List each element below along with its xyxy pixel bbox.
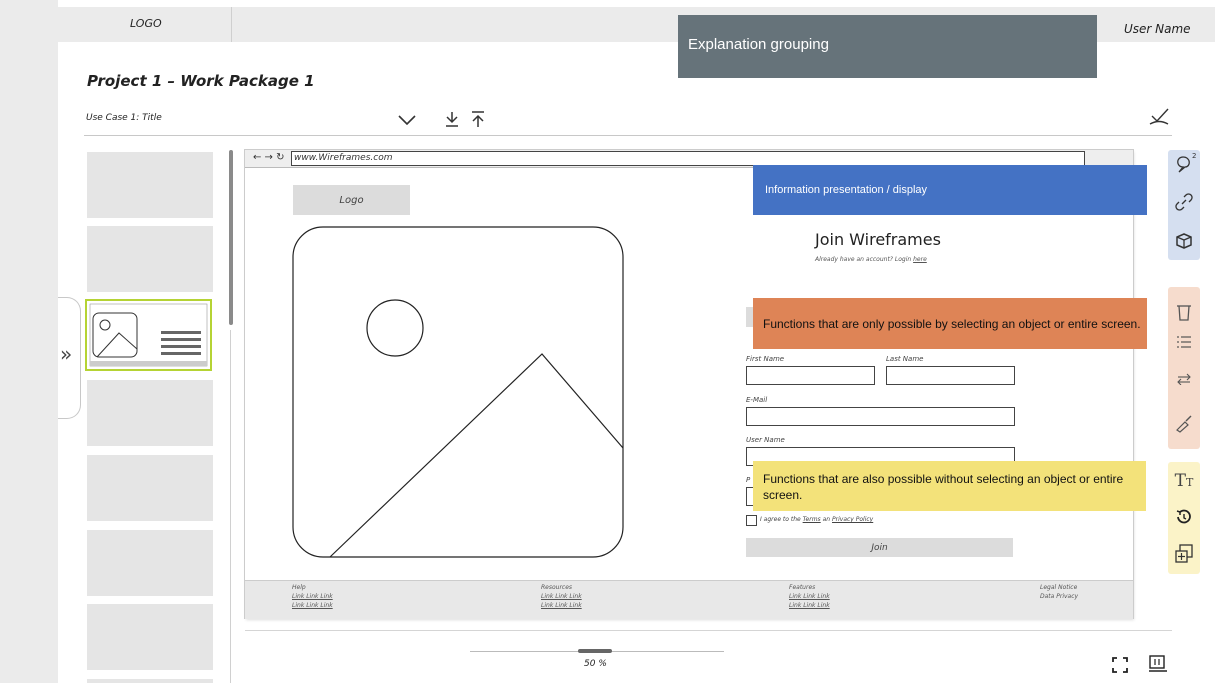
footer-help: Help Link Link Link Link Link Link <box>292 584 333 610</box>
bottom-divider <box>245 630 1172 631</box>
info-display-note: Information presentation / display <box>753 165 1147 215</box>
wireframe-footer: Help Link Link Link Link Link Link Resou… <box>245 580 1133 619</box>
history-icon[interactable] <box>1171 504 1197 530</box>
thumbnail-preview <box>89 303 208 367</box>
login-link[interactable]: here <box>913 256 927 263</box>
image-placeholder-icon <box>292 226 624 558</box>
page-thumbnail[interactable] <box>87 380 213 446</box>
select-functions-note: Functions that are only possible by sele… <box>753 298 1147 349</box>
use-case-label: Use Case 1: Title <box>86 113 162 123</box>
page-thumbnail[interactable] <box>87 226 213 292</box>
last-name-field[interactable] <box>886 366 1015 385</box>
wireframe-logo: Logo <box>293 185 410 215</box>
join-title: Join Wireframes <box>815 230 941 249</box>
agree-text: I agree to the Terms an Privacy Policy <box>760 516 874 523</box>
explanation-grouping-note: Explanation grouping <box>678 15 1097 78</box>
free-functions-note: Functions that are also possible without… <box>753 461 1146 511</box>
user-name-label: User Name <box>746 436 785 444</box>
page-thumbnail[interactable] <box>87 679 213 683</box>
project-title: Project 1 – Work Package 1 <box>87 72 315 90</box>
agree-checkbox[interactable] <box>746 515 757 526</box>
page-thumbnail-selected[interactable] <box>85 299 212 371</box>
last-name-label: Last Name <box>886 355 924 363</box>
login-prompt: Already have an account? Login here <box>815 256 927 263</box>
zoom-slider-handle[interactable] <box>578 649 612 653</box>
left-rail <box>0 0 58 683</box>
cube-icon[interactable] <box>1171 228 1197 254</box>
footer-links[interactable]: Link Link Link <box>541 592 582 601</box>
group-icon[interactable] <box>1171 541 1197 567</box>
footer-resources: Resources Link Link Link Link Link Link <box>541 584 582 610</box>
password-label: P <box>746 476 751 484</box>
canvas-frame[interactable]: ← → ↻ www.Wireframes.com Logo Join Wiref… <box>245 150 1133 619</box>
footer-links[interactable]: Link Link Link <box>541 601 582 610</box>
toolbar-divider <box>84 135 1172 136</box>
text-size-icon[interactable]: TT <box>1171 468 1197 494</box>
footer-links[interactable]: Link Link Link <box>292 601 333 610</box>
address-text: www.Wireframes.com <box>294 153 393 163</box>
data-privacy-link[interactable]: Data Privacy <box>1040 592 1078 601</box>
link-icon[interactable] <box>1171 189 1197 215</box>
thumbnail-divider <box>230 330 231 683</box>
zoom-level: 50 % <box>584 659 607 669</box>
approve-icon[interactable] <box>1146 104 1172 130</box>
legal-notice-link[interactable]: Legal Notice <box>1040 583 1078 592</box>
chevron-down-icon <box>398 115 416 125</box>
fullscreen-icon[interactable] <box>1107 652 1133 678</box>
user-name[interactable]: User Name <box>1124 22 1191 36</box>
thumbnail-scrollbar[interactable] <box>229 150 233 325</box>
upload-icon[interactable] <box>465 106 491 132</box>
footer-links[interactable]: Link Link Link <box>789 601 830 610</box>
use-case-select[interactable]: Use Case 1: Title <box>84 106 424 130</box>
address-bar[interactable]: www.Wireframes.com <box>291 151 1085 166</box>
download-icon[interactable] <box>439 106 465 132</box>
email-label: E-Mail <box>746 396 768 404</box>
first-name-field[interactable] <box>746 366 875 385</box>
browser-nav-icons[interactable]: ← → ↻ <box>253 152 285 163</box>
terms-link[interactable]: Terms <box>803 516 821 523</box>
list-icon[interactable] <box>1171 329 1197 355</box>
first-name-label: First Name <box>746 355 785 363</box>
zoom-slider[interactable] <box>470 649 724 653</box>
paint-brush-icon[interactable] <box>1171 411 1197 437</box>
footer-legal: Legal Notice Data Privacy <box>1040 583 1078 601</box>
join-button[interactable]: Join <box>746 538 1013 557</box>
expand-sidebar-icon: » <box>60 342 73 366</box>
page-thumbnail[interactable] <box>87 455 213 521</box>
page-thumbnail[interactable] <box>87 152 213 218</box>
sidebar-expand-tab[interactable]: » <box>58 297 81 419</box>
swap-icon[interactable] <box>1171 366 1197 392</box>
privacy-link[interactable]: Privacy Policy <box>832 516 873 523</box>
email-field[interactable] <box>746 407 1015 426</box>
presentation-icon[interactable] <box>1145 651 1171 677</box>
page-thumbnail[interactable] <box>87 530 213 596</box>
page-thumbnail[interactable] <box>87 604 213 670</box>
footer-features: Features Link Link Link Link Link Link <box>789 584 830 610</box>
comment-count-badge: 2 <box>1192 152 1197 160</box>
footer-links[interactable]: Link Link Link <box>789 592 830 601</box>
footer-links[interactable]: Link Link Link <box>292 592 333 601</box>
app-logo[interactable]: LOGO <box>130 17 162 30</box>
trash-icon[interactable] <box>1171 299 1197 325</box>
